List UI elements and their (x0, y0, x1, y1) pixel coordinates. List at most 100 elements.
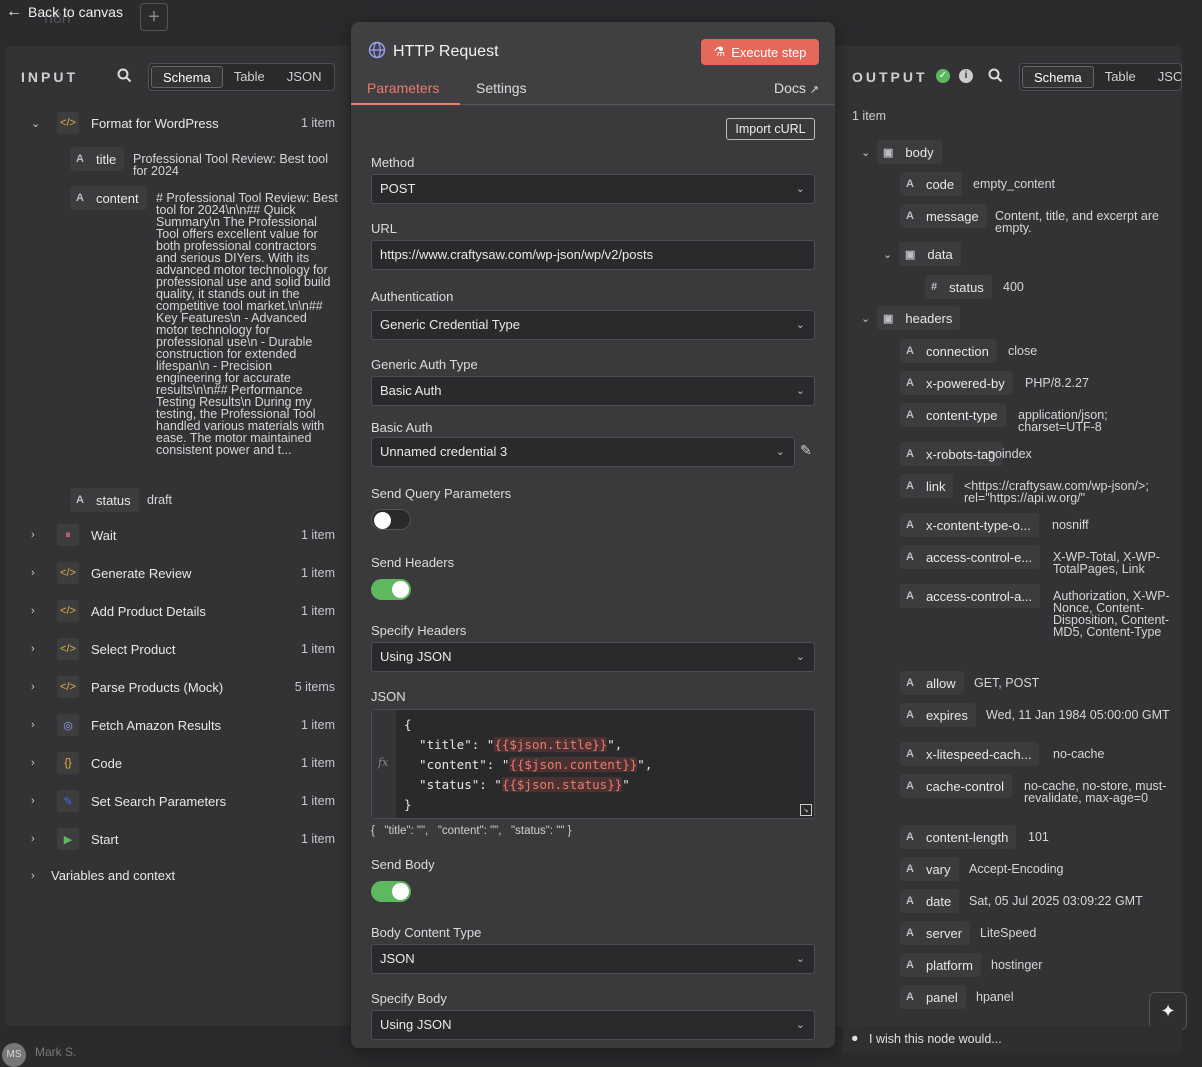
execute-step-button[interactable]: ⚗ Execute step (701, 39, 819, 65)
ai-assistant-button[interactable]: ✦ (1149, 992, 1187, 1030)
json-label: JSON (371, 689, 406, 704)
output-field[interactable]: A expires (900, 703, 976, 727)
body-content-type-select[interactable]: JSON ⌄ (371, 944, 815, 974)
output-field[interactable]: A access-control-a... (900, 584, 1041, 608)
feedback-bar[interactable]: ● I wish this node would... (843, 1026, 1182, 1053)
url-input[interactable]: https://www.craftysaw.com/wp-json/wp/v2/… (371, 240, 815, 270)
field-value: no-cache, no-store, must-revalidate, max… (1024, 779, 1167, 805)
send-headers-label: Send Headers (371, 555, 455, 570)
node-name: Code (91, 755, 123, 771)
chevron-down-icon: ⌄ (861, 146, 871, 159)
output-field[interactable]: A date (900, 889, 960, 913)
field-value: Content, title, and excerpt are empty. (995, 209, 1159, 235)
tab-table[interactable]: Table (223, 66, 276, 88)
output-field[interactable]: A cache-control (900, 774, 1012, 798)
globe-icon: ◎ (57, 714, 79, 736)
object-headers[interactable]: ⌄ ▣ headers (861, 306, 961, 330)
avatar[interactable]: MS (2, 1043, 26, 1067)
field-content[interactable]: A content (70, 186, 147, 210)
specify-body-select[interactable]: Using JSON ⌄ (371, 1010, 815, 1040)
pencil-icon[interactable]: ✎ (800, 442, 812, 459)
output-field[interactable]: A connection (900, 339, 997, 363)
send-headers-toggle[interactable] (371, 579, 411, 600)
input-node[interactable]: › </> Generate Review (31, 562, 191, 584)
auth-value: Generic Credential Type (380, 317, 520, 332)
tab-parameters[interactable]: Parameters (367, 80, 439, 96)
input-node[interactable]: › ⏸ Wait (31, 524, 117, 546)
node-name: Set Search Parameters (91, 793, 227, 809)
field-key: vary (925, 861, 951, 877)
cube-icon: ▣ (883, 312, 894, 325)
field-key: x-robots-tag (925, 446, 996, 462)
variables-and-context[interactable]: › Variables and context (31, 868, 175, 883)
output-field[interactable]: A panel (900, 985, 966, 1009)
tab-json[interactable]: JSON (276, 66, 333, 88)
output-field[interactable]: A server (900, 921, 971, 945)
string-type-icon: A (906, 863, 914, 875)
chevron-right-icon: › (31, 605, 35, 617)
object-body[interactable]: ⌄ ▣ body (861, 140, 942, 164)
search-icon[interactable] (117, 68, 132, 86)
output-field[interactable]: A code (900, 172, 963, 196)
field-value: Sat, 05 Jul 2025 03:09:22 GMT (969, 894, 1143, 908)
input-node[interactable]: › </> Add Product Details (31, 600, 206, 622)
tab-json[interactable]: JSO (1147, 66, 1181, 88)
chevron-right-icon: › (31, 529, 35, 541)
field-value: empty_content (973, 177, 1055, 191)
chevron-down-icon: ⌄ (795, 319, 805, 331)
docs-link[interactable]: Docs ↗ (774, 80, 819, 96)
string-type-icon: A (906, 448, 914, 460)
sparkle-icon: ✦ (1160, 1001, 1176, 1021)
output-field[interactable]: A content-length (900, 825, 1017, 849)
item-count: 1 item (300, 566, 335, 580)
input-node[interactable]: › {} Code (31, 752, 122, 774)
generic-auth-type-select[interactable]: Basic Auth ⌄ (371, 376, 815, 406)
send-body-toggle[interactable] (371, 881, 411, 902)
field-title[interactable]: A title (70, 147, 125, 171)
field-value: draft (147, 493, 173, 507)
output-field[interactable]: A allow (900, 671, 964, 695)
parameters-body: Import cURL Method POST ⌄ URL https://www… (351, 106, 835, 1048)
headers-label: headers (905, 310, 953, 326)
input-node[interactable]: › ✎ Set Search Parameters (31, 790, 226, 812)
add-node-button[interactable]: + (140, 3, 168, 31)
input-node[interactable]: › ▶ Start (31, 828, 118, 850)
output-field[interactable]: A x-content-type-o... (900, 513, 1039, 537)
info-icon[interactable]: i (959, 69, 973, 83)
input-node[interactable]: › </> Select Product (31, 638, 176, 660)
import-curl-button[interactable]: Import cURL (726, 118, 815, 140)
output-field[interactable]: # status (925, 275, 992, 299)
basic-auth-select[interactable]: Unnamed credential 3 ⌄ (371, 437, 795, 467)
node-format-for-wordpress[interactable]: ⌄ </> Format for WordPress (31, 112, 219, 134)
chevron-right-icon: › (31, 719, 35, 731)
search-icon[interactable] (988, 68, 1003, 86)
json-editor[interactable]: fx { "title": "{{$json.title}}", "conten… (371, 709, 815, 819)
input-node[interactable]: › ◎ Fetch Amazon Results (31, 714, 221, 736)
output-field[interactable]: A platform (900, 953, 981, 977)
output-field[interactable]: A access-control-e... (900, 545, 1041, 569)
object-data[interactable]: ⌄ ▣ data (883, 242, 961, 266)
back-to-canvas-button[interactable]: ← Back to canvas (6, 3, 123, 21)
send-query-toggle[interactable] (371, 509, 411, 530)
field-value: no-cache (1053, 747, 1105, 761)
field-status[interactable]: A status (70, 488, 139, 512)
tab-schema[interactable]: Schema (151, 66, 223, 88)
output-field[interactable]: A link (900, 474, 954, 498)
authentication-select[interactable]: Generic Credential Type ⌄ (371, 310, 815, 340)
user-name: Mark S. (35, 1045, 77, 1059)
item-count: 1 item (300, 116, 335, 130)
tab-table[interactable]: Table (1094, 66, 1147, 88)
method-select[interactable]: POST ⌄ (371, 174, 815, 204)
output-field[interactable]: A x-powered-by (900, 371, 1013, 395)
tab-settings[interactable]: Settings (476, 80, 527, 96)
input-node[interactable]: › </> Parse Products (Mock) (31, 676, 223, 698)
specify-headers-select[interactable]: Using JSON ⌄ (371, 642, 815, 672)
output-field[interactable]: A message (900, 204, 987, 228)
field-key: content-length (925, 829, 1009, 845)
output-field[interactable]: A vary (900, 857, 959, 881)
output-field[interactable]: A content-type (900, 403, 1006, 427)
expand-icon[interactable]: ↘ (800, 804, 812, 816)
output-field[interactable]: A x-litespeed-cach... (900, 742, 1040, 766)
tab-schema[interactable]: Schema (1022, 66, 1094, 88)
code-line: "content": "{{$json.content}}", (404, 757, 653, 772)
